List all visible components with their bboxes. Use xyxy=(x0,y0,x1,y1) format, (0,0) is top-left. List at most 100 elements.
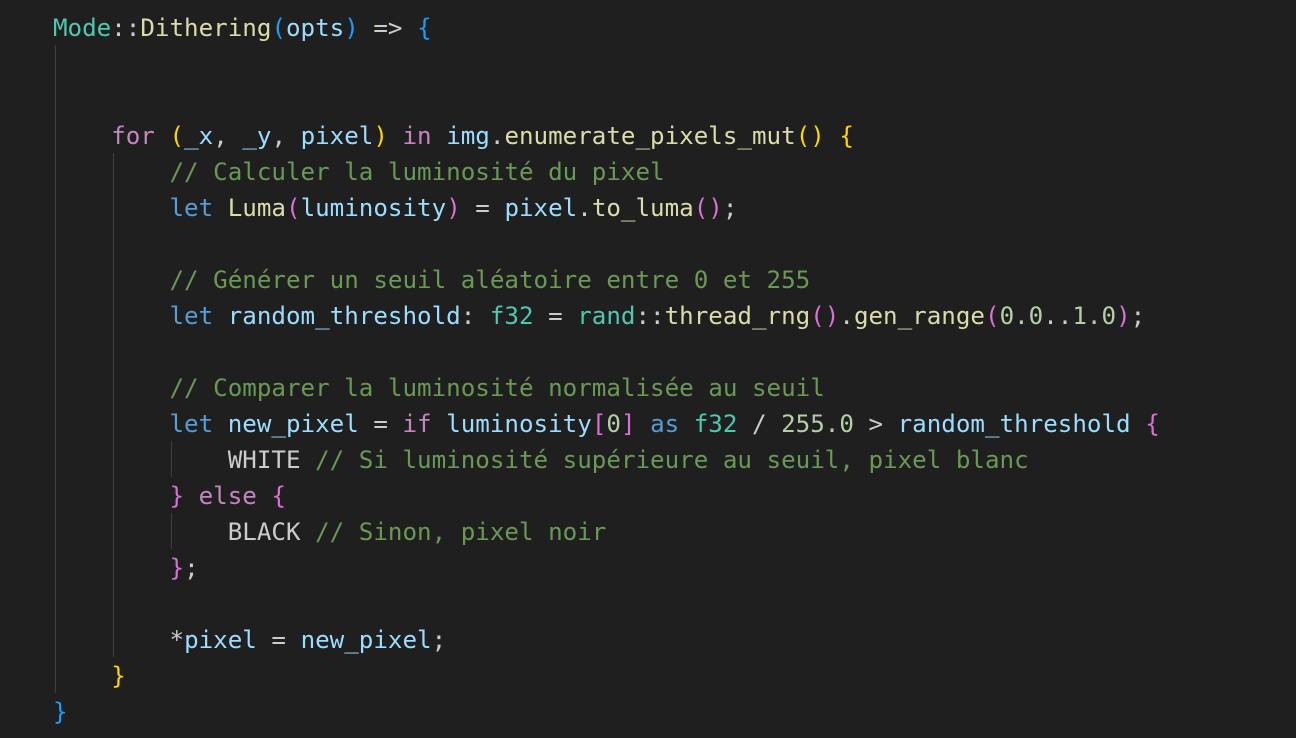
code-token: :: xyxy=(635,302,665,330)
code-token: random_threshold xyxy=(227,302,461,330)
code-token: 0.0 xyxy=(999,302,1044,330)
code-line[interactable]: let new_pixel = if luminosity[0] as f32 … xyxy=(53,406,1160,442)
code-token: () xyxy=(693,194,723,222)
code-token: // Sinon, pixel noir xyxy=(315,518,607,546)
code-token: _y xyxy=(242,122,272,150)
code-token: 255.0 xyxy=(781,410,854,438)
code-token: to_luma xyxy=(591,194,694,222)
code-token: luminosity xyxy=(300,194,447,222)
code-token: random_threshold xyxy=(897,410,1131,438)
code-token: new_pixel xyxy=(227,410,359,438)
code-token: () xyxy=(810,302,840,330)
code-line[interactable]: } else { xyxy=(53,478,287,514)
code-token: { xyxy=(417,14,432,42)
code-token: 1.0 xyxy=(1072,302,1117,330)
code-editor[interactable]: Mode::Dithering(opts) => { for (_x, _y, … xyxy=(0,0,1296,738)
code-token: f32 xyxy=(693,410,738,438)
code-token: ] xyxy=(620,410,636,438)
code-token: : xyxy=(460,302,490,330)
code-token: pixel xyxy=(184,626,257,654)
code-token: [ xyxy=(591,410,607,438)
code-token: // Générer un seuil aléatoire entre 0 et… xyxy=(169,266,811,294)
code-line[interactable]: } xyxy=(53,694,68,730)
code-token: ( xyxy=(271,14,286,42)
code-token: let xyxy=(169,302,214,330)
code-token: => xyxy=(358,14,418,42)
code-token: ) xyxy=(344,14,359,42)
code-token: .. xyxy=(1043,302,1073,330)
code-token: // Calculer la luminosité du pixel xyxy=(169,158,665,186)
code-token: { xyxy=(839,122,854,150)
code-token: ) xyxy=(446,194,461,222)
code-line[interactable]: // Générer un seuil aléatoire entre 0 et… xyxy=(53,262,811,298)
code-token: / xyxy=(737,410,782,438)
code-token: ) xyxy=(1116,302,1131,330)
code-token: } xyxy=(169,554,185,582)
code-line[interactable]: BLACK // Sinon, pixel noir xyxy=(53,514,607,550)
code-token: if xyxy=(402,410,432,438)
code-line[interactable]: } xyxy=(53,658,126,694)
code-token: new_pixel xyxy=(300,626,432,654)
code-line[interactable]: WHITE // Si luminosité supérieure au seu… xyxy=(53,442,1029,478)
code-token: img xyxy=(446,122,490,150)
code-token: ( xyxy=(169,122,185,150)
code-token: , xyxy=(213,122,243,150)
code-token: luminosity xyxy=(446,410,592,438)
code-token: , xyxy=(271,122,301,150)
code-line[interactable]: *pixel = new_pixel; xyxy=(53,622,447,658)
code-line[interactable]: let Luma(luminosity) = pixel.to_luma(); xyxy=(53,190,738,226)
code-line[interactable]: // Comparer la luminosité normalisée au … xyxy=(53,370,825,406)
code-token: // Comparer la luminosité normalisée au … xyxy=(169,374,825,402)
code-token: { xyxy=(1145,410,1160,438)
code-token: for xyxy=(111,122,155,150)
code-token: // Si luminosité supérieure au seuil, pi… xyxy=(315,446,1029,474)
code-token: } xyxy=(169,482,185,510)
code-token: . xyxy=(577,194,592,222)
code-line[interactable]: let random_threshold: f32 = rand::thread… xyxy=(53,298,1146,334)
code-token: pixel xyxy=(504,194,578,222)
code-token: let xyxy=(169,410,214,438)
code-token: f32 xyxy=(489,302,534,330)
code-token: = xyxy=(460,194,505,222)
code-token: 0 xyxy=(606,410,621,438)
code-token: ) xyxy=(373,122,388,150)
code-token: = xyxy=(533,302,578,330)
code-token: thread_rng xyxy=(664,302,811,330)
code-token: ; xyxy=(1130,302,1146,330)
code-token: let xyxy=(169,194,214,222)
code-line[interactable]: for (_x, _y, pixel) in img.enumerate_pix… xyxy=(53,118,854,154)
code-line[interactable]: }; xyxy=(53,550,199,586)
code-token: ( xyxy=(985,302,1000,330)
code-token: pixel xyxy=(300,122,374,150)
code-token: BLACK xyxy=(227,518,301,546)
code-line[interactable]: // Calculer la luminosité du pixel xyxy=(53,154,665,190)
code-line[interactable]: Mode::Dithering(opts) => { xyxy=(53,10,432,46)
code-token: { xyxy=(271,482,286,510)
code-token: _x xyxy=(184,122,214,150)
code-token: ( xyxy=(286,194,301,222)
code-token: > xyxy=(853,410,898,438)
code-token: () xyxy=(795,122,825,150)
code-token: opts xyxy=(286,14,345,42)
